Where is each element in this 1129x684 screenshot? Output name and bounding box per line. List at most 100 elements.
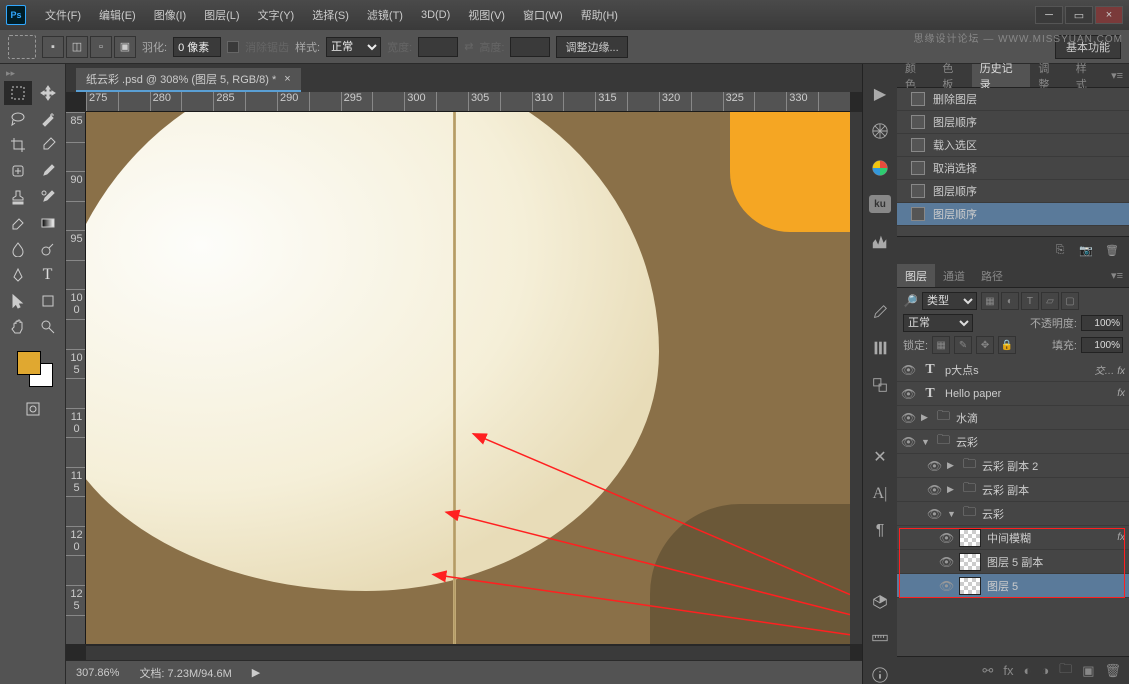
zoom-tool[interactable] xyxy=(34,315,62,339)
lock-paint-icon[interactable]: ✎ xyxy=(954,336,972,354)
gradient-tool[interactable] xyxy=(34,211,62,235)
file-size[interactable]: 文档: 7.23M/94.6M xyxy=(139,665,231,681)
new-layer-icon[interactable]: ▣ xyxy=(1082,663,1094,679)
lasso-tool[interactable] xyxy=(4,107,32,131)
lock-all-icon[interactable]: 🔒 xyxy=(998,336,1016,354)
feather-input[interactable] xyxy=(173,37,221,57)
scrollbar-vertical[interactable] xyxy=(850,112,862,644)
history-item[interactable]: 取消选择 xyxy=(897,157,1129,180)
menu-layer[interactable]: 图层(L) xyxy=(195,4,248,26)
dodge-tool[interactable] xyxy=(34,237,62,261)
visibility-icon[interactable]: 👁 xyxy=(927,507,941,521)
history-item[interactable]: 图层顺序 xyxy=(897,111,1129,134)
tool-preset[interactable] xyxy=(8,35,36,59)
filter-type-icon[interactable]: T xyxy=(1021,292,1039,310)
visibility-icon[interactable]: 👁 xyxy=(939,555,953,569)
color-swatches[interactable] xyxy=(13,349,53,389)
history-item[interactable]: 载入选区 xyxy=(897,134,1129,157)
history-brush-tool[interactable] xyxy=(34,185,62,209)
win-close[interactable]: × xyxy=(1095,6,1123,24)
tab-adjust[interactable]: 调整 xyxy=(1030,64,1067,87)
menu-image[interactable]: 图像(I) xyxy=(145,4,195,26)
layer-row[interactable]: 👁▼🗀云彩 xyxy=(897,430,1129,454)
win-minimize[interactable]: ─ xyxy=(1035,6,1063,24)
layer-row[interactable]: 👁图层 5 xyxy=(897,574,1129,598)
expand-icon[interactable]: ▼ xyxy=(947,509,957,519)
add-selection-icon[interactable]: ◫ xyxy=(66,36,88,58)
shape-tool[interactable] xyxy=(34,289,62,313)
stamp-tool[interactable] xyxy=(4,185,32,209)
layer-row[interactable]: 👁THello paperfx xyxy=(897,382,1129,406)
canvas[interactable] xyxy=(86,112,850,644)
visibility-icon[interactable]: 👁 xyxy=(901,435,915,449)
menu-filter[interactable]: 滤镜(T) xyxy=(358,4,412,26)
menu-view[interactable]: 视图(V) xyxy=(459,4,514,26)
filter-pixel-icon[interactable]: ▦ xyxy=(981,292,999,310)
quickmask-tool[interactable] xyxy=(19,397,47,421)
magic-wand-tool[interactable] xyxy=(34,107,62,131)
link-layers-icon[interactable]: ⚯ xyxy=(982,663,993,679)
brush-settings-icon[interactable] xyxy=(869,339,891,357)
layer-row[interactable]: 👁▶🗀云彩 副本 2 xyxy=(897,454,1129,478)
layer-row[interactable]: 👁▶🗀云彩 副本 xyxy=(897,478,1129,502)
trash-icon[interactable]: 🗑 xyxy=(1103,242,1121,260)
filter-select[interactable]: 类型 xyxy=(922,292,977,310)
path-select-tool[interactable] xyxy=(4,289,32,313)
layers-menu-icon[interactable]: ▾≡ xyxy=(1105,269,1129,282)
win-maximize[interactable]: ▭ xyxy=(1065,6,1093,24)
fill-input[interactable] xyxy=(1081,337,1123,353)
expand-icon[interactable]: ▼ xyxy=(921,437,931,447)
layers-list[interactable]: 👁Tp大点s交… fx👁THello paperfx👁▶🗀水滴👁▼🗀云彩👁▶🗀云… xyxy=(897,358,1129,656)
brush-panel-icon[interactable] xyxy=(869,303,891,321)
visibility-icon[interactable]: 👁 xyxy=(939,531,953,545)
eraser-tool[interactable] xyxy=(4,211,32,235)
kuler-icon[interactable]: ku xyxy=(869,195,891,213)
snapshot-icon[interactable]: 📷 xyxy=(1077,242,1095,260)
layer-row[interactable]: 👁▶🗀水滴 xyxy=(897,406,1129,430)
menu-help[interactable]: 帮助(H) xyxy=(572,4,627,26)
visibility-icon[interactable]: 👁 xyxy=(901,363,915,377)
history-item[interactable]: 图层顺序 xyxy=(897,180,1129,203)
blur-tool[interactable] xyxy=(4,237,32,261)
tools-panel-icon[interactable]: ✕ xyxy=(869,447,891,467)
menu-file[interactable]: 文件(F) xyxy=(36,4,90,26)
zoom-level[interactable]: 307.86% xyxy=(76,667,119,679)
pen-tool[interactable] xyxy=(4,263,32,287)
layer-fx-icon[interactable]: fx xyxy=(1003,663,1013,678)
type-tool[interactable]: T xyxy=(34,263,62,287)
history-item[interactable]: 删除图层 xyxy=(897,88,1129,111)
3d-panel-icon[interactable] xyxy=(869,593,891,611)
eyedropper-tool[interactable] xyxy=(34,133,62,157)
move-tool[interactable] xyxy=(34,81,62,105)
visibility-icon[interactable]: 👁 xyxy=(927,483,941,497)
close-tab-icon[interactable]: × xyxy=(284,73,290,85)
new-group-icon[interactable]: 🗀 xyxy=(1059,660,1072,682)
tab-styles[interactable]: 样式 xyxy=(1068,64,1105,87)
filter-shape-icon[interactable]: ▱ xyxy=(1041,292,1059,310)
visibility-icon[interactable]: 👁 xyxy=(939,579,953,593)
expand-icon[interactable]: ▶ xyxy=(947,460,957,471)
tab-channels[interactable]: 通道 xyxy=(935,264,973,287)
layer-row[interactable]: 👁图层 5 副本 xyxy=(897,550,1129,574)
menu-window[interactable]: 窗口(W) xyxy=(514,4,572,26)
layer-fx-badge[interactable]: fx xyxy=(1117,388,1125,399)
refine-edge-button[interactable]: 调整边缘... xyxy=(556,36,627,58)
menu-edit[interactable]: 编辑(E) xyxy=(90,4,145,26)
layer-fx-badge[interactable]: fx xyxy=(1117,532,1125,543)
tab-layers[interactable]: 图层 xyxy=(897,264,935,287)
wheel-icon[interactable] xyxy=(869,122,891,140)
scrollbar-horizontal[interactable] xyxy=(86,646,850,660)
history-item[interactable]: 图层顺序 xyxy=(897,203,1129,226)
layer-row[interactable]: 👁Tp大点s交… fx xyxy=(897,358,1129,382)
filter-adjust-icon[interactable]: ◐ xyxy=(1001,292,1019,310)
histogram-icon[interactable] xyxy=(869,231,891,249)
subtract-selection-icon[interactable]: ▫ xyxy=(90,36,112,58)
layer-row[interactable]: 👁中间模糊fx xyxy=(897,526,1129,550)
expand-icon[interactable]: ▶ xyxy=(921,412,931,423)
info-panel-icon[interactable] xyxy=(869,666,891,684)
measure-panel-icon[interactable] xyxy=(869,629,891,647)
swap-icon[interactable]: ⇄ xyxy=(464,40,473,53)
layer-fx-badge[interactable]: 交… fx xyxy=(1094,362,1125,377)
visibility-icon[interactable]: 👁 xyxy=(927,459,941,473)
delete-layer-icon[interactable]: 🗑 xyxy=(1104,663,1121,679)
